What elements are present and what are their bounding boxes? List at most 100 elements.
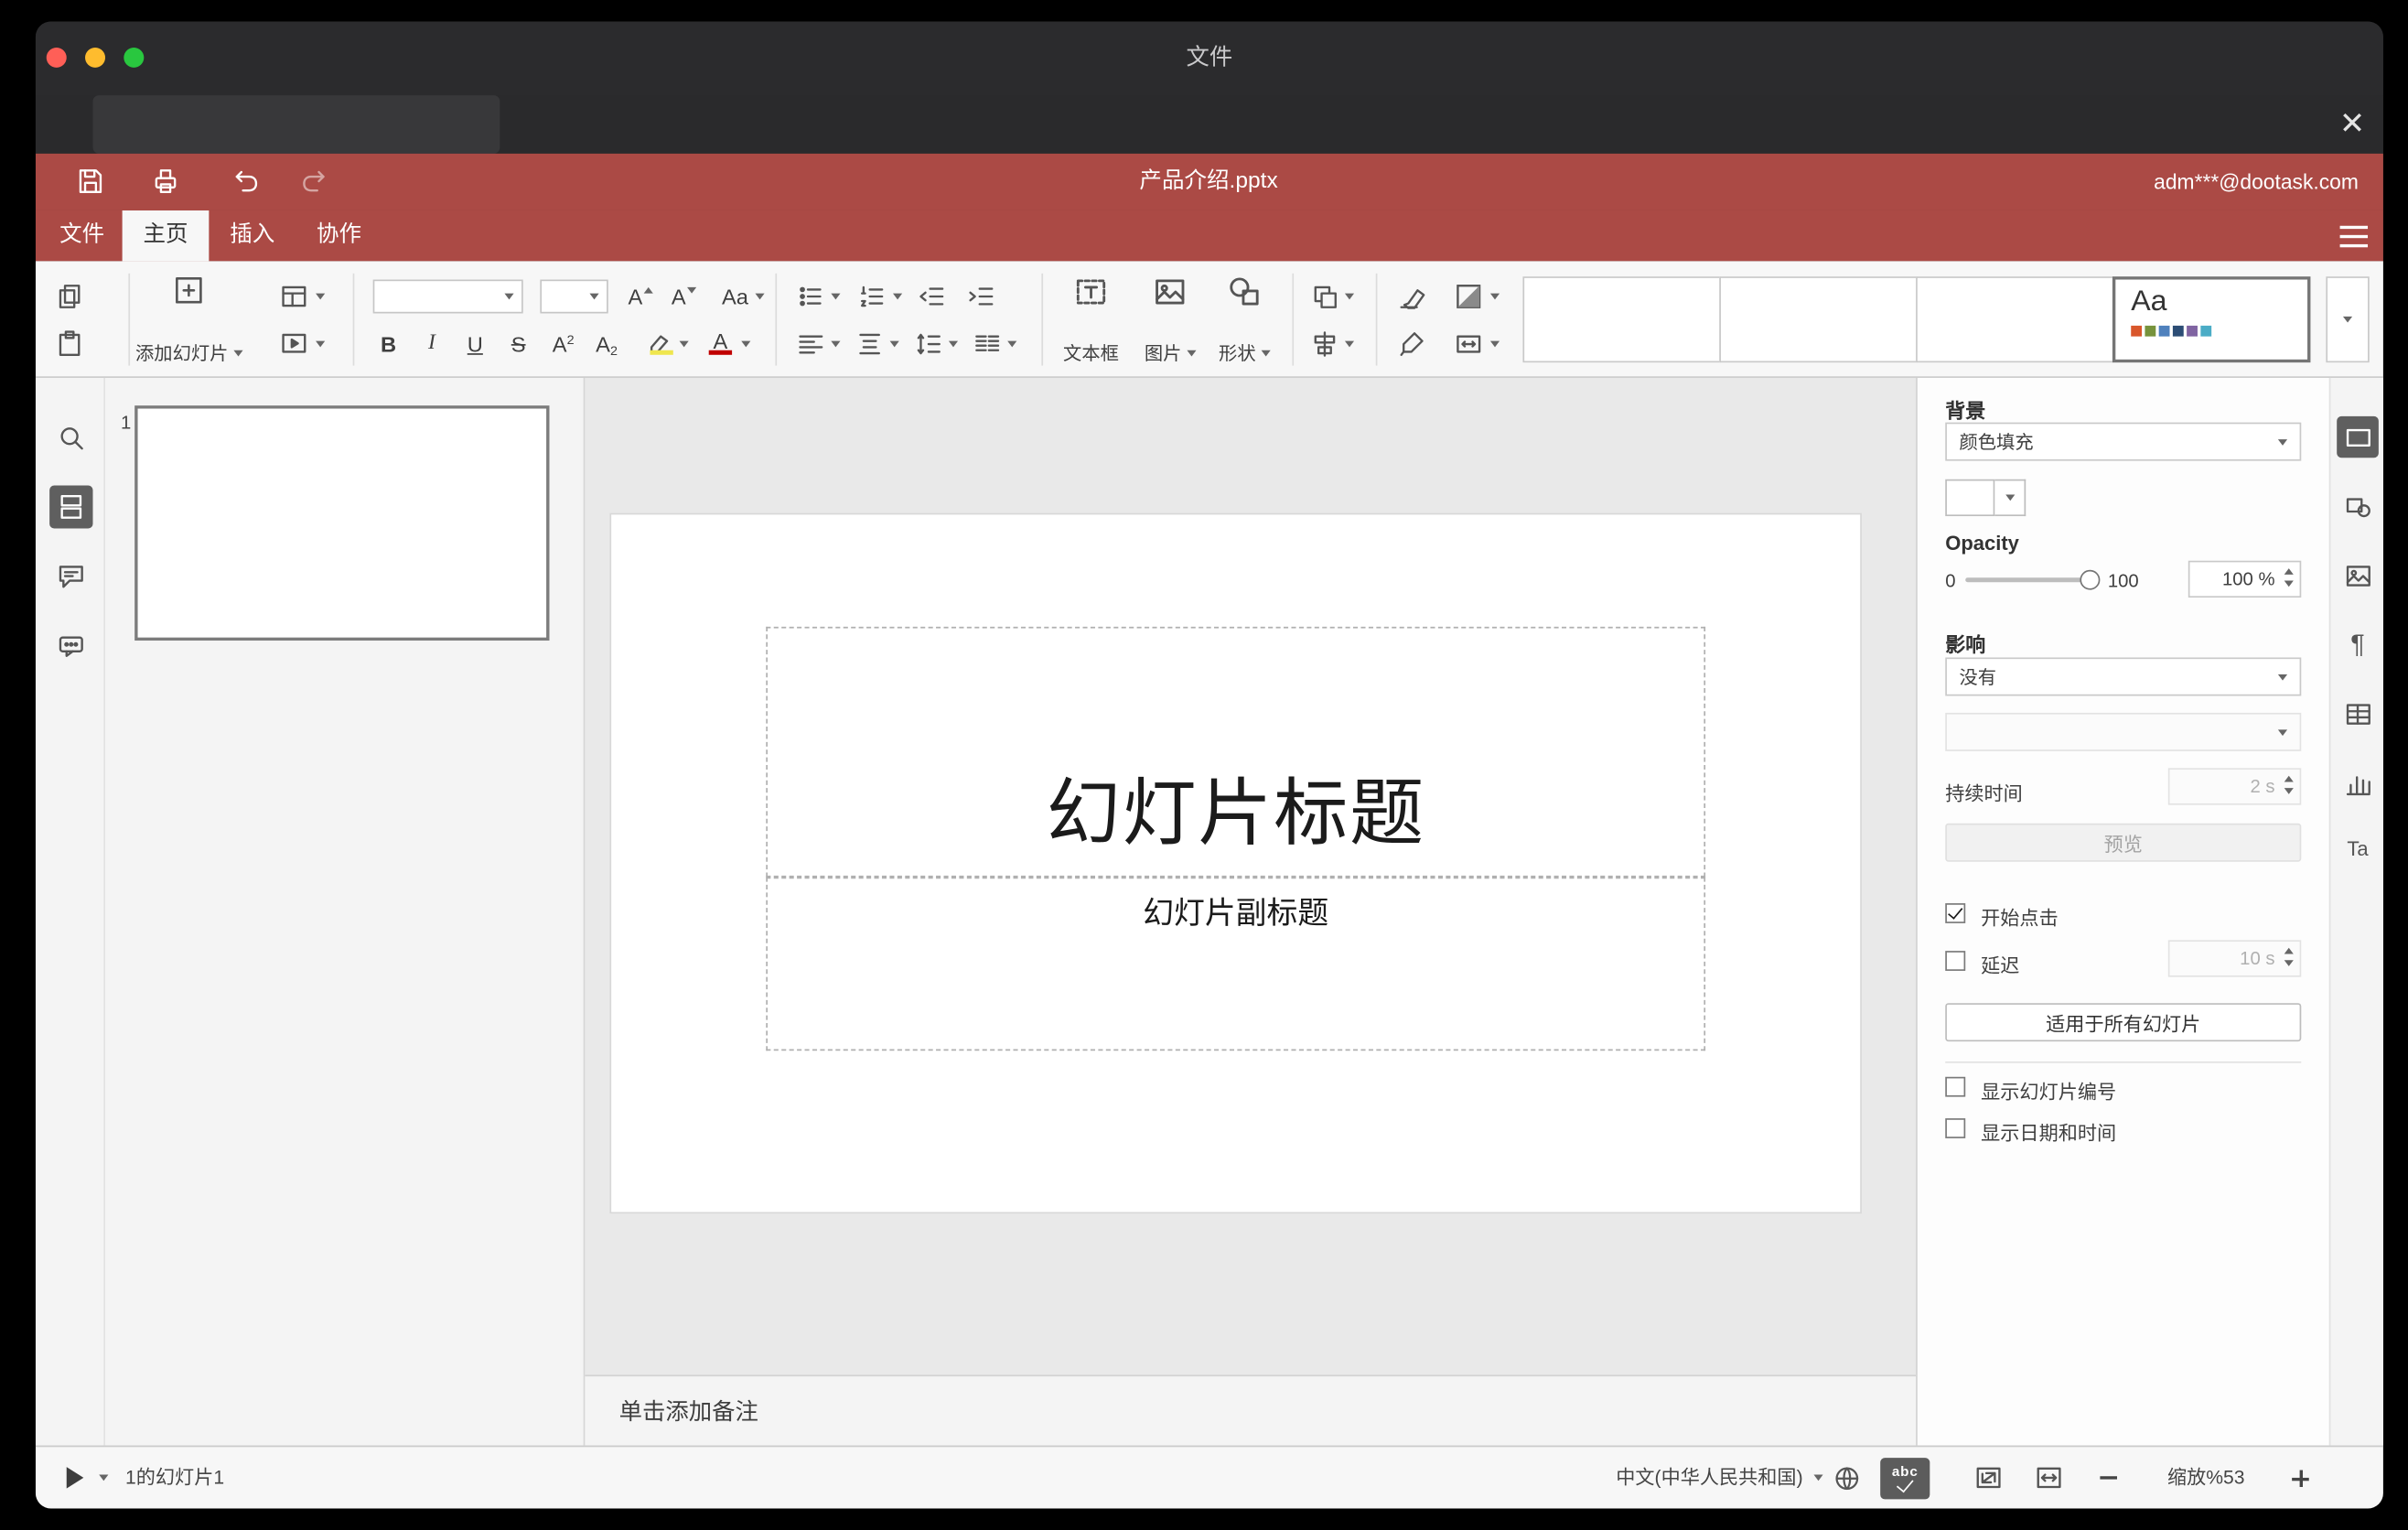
copy-button[interactable] bbox=[51, 278, 89, 315]
table-settings-tab[interactable] bbox=[2337, 693, 2379, 734]
zoom-out-button[interactable] bbox=[2091, 1460, 2124, 1494]
superscript-button[interactable]: A2 bbox=[543, 326, 584, 362]
spin-down-icon[interactable] bbox=[2284, 580, 2294, 587]
slide-thumbnail-number: 1 bbox=[120, 411, 132, 434]
shape-settings-tab[interactable] bbox=[2337, 485, 2379, 526]
apply-all-slides-button[interactable]: 适用于所有幻灯片 bbox=[1945, 1003, 2302, 1042]
shape-icon bbox=[1230, 277, 1259, 306]
italic-button[interactable]: I bbox=[414, 326, 451, 362]
insert-shape-button[interactable]: 形状 bbox=[1209, 270, 1280, 368]
textart-settings-tab[interactable]: Ta bbox=[2337, 828, 2379, 869]
slide-size-button[interactable] bbox=[1444, 326, 1509, 362]
paste-button[interactable] bbox=[51, 326, 89, 362]
print-button[interactable] bbox=[148, 166, 182, 197]
insert-textbox-button[interactable]: 文本框 bbox=[1054, 270, 1128, 368]
document-language-button[interactable] bbox=[1828, 1460, 1865, 1496]
clear-style-button[interactable] bbox=[1388, 278, 1435, 315]
slide-thumbnail-1[interactable] bbox=[134, 405, 550, 641]
search-button[interactable] bbox=[49, 416, 92, 459]
underline-button[interactable]: U bbox=[457, 326, 494, 362]
status-play-dropdown[interactable] bbox=[94, 1460, 113, 1494]
slide-layout-button[interactable] bbox=[268, 278, 336, 315]
increase-font-button[interactable]: A bbox=[620, 278, 661, 315]
zoom-in-button[interactable] bbox=[2283, 1460, 2317, 1494]
copy-style-button[interactable] bbox=[1388, 326, 1435, 362]
increase-indent-button[interactable] bbox=[961, 278, 1001, 315]
slide-layout-icon bbox=[282, 286, 306, 307]
bold-button[interactable]: B bbox=[370, 326, 407, 362]
opacity-slider-track[interactable] bbox=[1965, 577, 2099, 583]
decrease-font-button[interactable]: A bbox=[664, 278, 704, 315]
redo-button[interactable] bbox=[297, 166, 331, 197]
color-scheme-button[interactable] bbox=[1444, 278, 1509, 315]
show-slide-number-checkbox[interactable] bbox=[1945, 1076, 1966, 1097]
undo-button[interactable] bbox=[229, 166, 263, 197]
opacity-slider-knob[interactable] bbox=[2080, 569, 2101, 590]
arrange-button[interactable] bbox=[1302, 278, 1360, 315]
vertical-align-button[interactable] bbox=[850, 326, 903, 362]
tab-home[interactable]: 主页 bbox=[122, 210, 210, 262]
spellcheck-toggle-button[interactable]: abc bbox=[1880, 1458, 1930, 1500]
tab-collaboration[interactable]: 协作 bbox=[296, 210, 382, 261]
background-fill-select[interactable]: 颜色填充 bbox=[1945, 422, 2302, 461]
opacity-spin[interactable]: 100 % bbox=[2188, 560, 2302, 598]
paragraph-settings-tab[interactable]: ¶ bbox=[2337, 624, 2379, 665]
numbering-button[interactable] bbox=[853, 278, 906, 315]
fit-slide-button[interactable] bbox=[1970, 1460, 2007, 1496]
theme-gallery-more-button[interactable] bbox=[2326, 276, 2370, 363]
font-size-select[interactable] bbox=[540, 279, 608, 314]
spin-up-icon[interactable] bbox=[2284, 568, 2294, 575]
bullets-button[interactable] bbox=[790, 278, 844, 315]
start-click-checkbox[interactable] bbox=[1945, 903, 1966, 923]
theme-option-4-selected[interactable]: Aa bbox=[2112, 276, 2311, 363]
slides-panel-button[interactable] bbox=[49, 485, 93, 529]
chevron-down-icon bbox=[1006, 340, 1016, 348]
font-name-select[interactable] bbox=[372, 279, 523, 314]
image-settings-tab[interactable] bbox=[2337, 555, 2379, 596]
subtitle-placeholder[interactable]: 幻灯片副标题 bbox=[766, 877, 1706, 1051]
slideshow-icon bbox=[282, 333, 306, 353]
delay-checkbox[interactable] bbox=[1945, 951, 1966, 971]
show-date-checkbox[interactable] bbox=[1945, 1118, 1966, 1138]
theme-option-2[interactable] bbox=[1719, 276, 1918, 363]
strikethrough-button[interactable]: S bbox=[500, 326, 537, 362]
fit-width-button[interactable] bbox=[2030, 1460, 2068, 1496]
save-button[interactable] bbox=[73, 166, 107, 197]
close-icon[interactable]: ✕ bbox=[2326, 102, 2379, 147]
decrease-indent-button[interactable] bbox=[911, 278, 951, 315]
tab-insert[interactable]: 插入 bbox=[209, 210, 296, 261]
chevron-down-icon bbox=[1344, 340, 1354, 348]
highlight-color-button[interactable] bbox=[640, 326, 693, 362]
comments-panel-button[interactable] bbox=[49, 555, 92, 598]
insert-image-button[interactable]: 图片 bbox=[1134, 270, 1206, 368]
decrease-indent-icon bbox=[919, 287, 944, 306]
align-shapes-button[interactable] bbox=[1302, 326, 1360, 362]
title-placeholder[interactable]: 幻灯片标题 bbox=[766, 626, 1706, 878]
columns-button[interactable] bbox=[967, 326, 1020, 362]
language-chevron[interactable] bbox=[1809, 1460, 1827, 1494]
change-case-button[interactable]: Aa bbox=[710, 278, 775, 315]
effect-select[interactable]: 没有 bbox=[1945, 657, 2302, 696]
effect-label: 影响 bbox=[1945, 632, 1986, 656]
status-play-button[interactable] bbox=[54, 1460, 94, 1494]
document-header: 产品介绍.pptx adm***@dootask.com bbox=[35, 153, 2383, 210]
align-button[interactable] bbox=[790, 326, 844, 362]
font-color-button[interactable]: A bbox=[701, 326, 754, 362]
background-panel bbox=[92, 95, 500, 154]
background-color-swatch[interactable] bbox=[1945, 479, 2026, 517]
add-slide-button[interactable]: 添加幻灯片 bbox=[124, 270, 253, 368]
start-slideshow-button[interactable] bbox=[268, 326, 336, 362]
subscript-button[interactable]: A2 bbox=[586, 326, 627, 362]
tab-file[interactable]: 文件 bbox=[42, 210, 123, 261]
line-spacing-button[interactable] bbox=[908, 326, 962, 362]
theme-option-3[interactable] bbox=[1916, 276, 2114, 363]
slide-1[interactable]: 幻灯片标题 幻灯片副标题 bbox=[611, 514, 1861, 1212]
editor-canvas: 幻灯片标题 幻灯片副标题 bbox=[585, 377, 1917, 1375]
hamburger-menu-icon[interactable] bbox=[2330, 220, 2377, 253]
notes-area[interactable]: 单击添加备注 bbox=[585, 1374, 1917, 1446]
chat-panel-button[interactable] bbox=[49, 625, 92, 668]
theme-option-1[interactable] bbox=[1522, 276, 1721, 363]
slide-settings-tab[interactable] bbox=[2337, 415, 2379, 458]
language-select[interactable]: 中文(中华人民共和国) bbox=[1517, 1447, 1802, 1508]
chart-settings-tab[interactable] bbox=[2337, 762, 2379, 803]
